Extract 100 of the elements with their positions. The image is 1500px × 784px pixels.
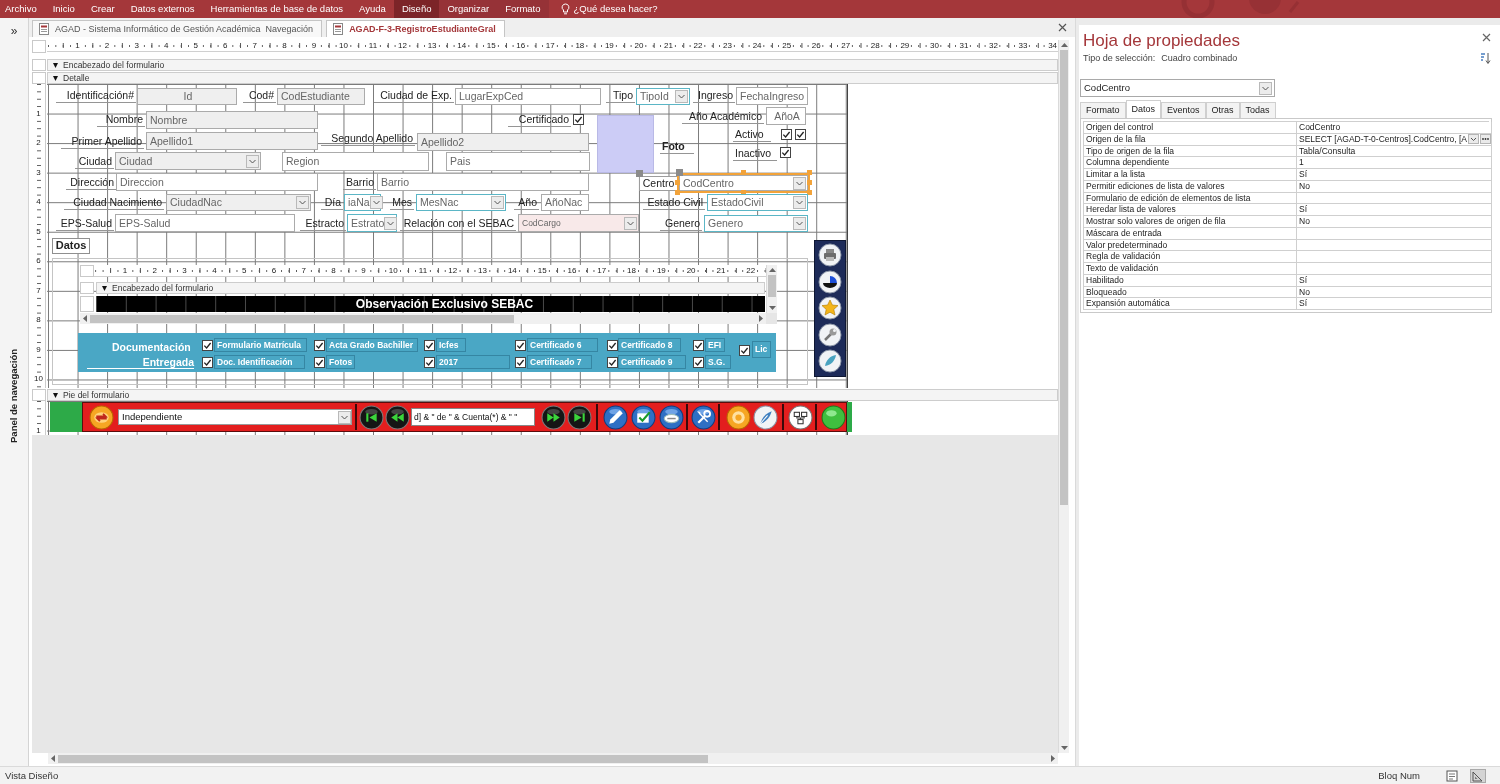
chevron-down-icon[interactable] <box>1468 134 1479 145</box>
text-box[interactable]: Id <box>137 88 237 105</box>
menu-tab[interactable]: Datos externos <box>122 0 203 18</box>
field-label[interactable]: Ingreso <box>693 88 735 103</box>
document-tab[interactable]: AGAD - Sistema Informático de Gestión Académica Navegación <box>32 20 323 37</box>
property-value-field[interactable]: Tabla/Consulta <box>1297 145 1492 158</box>
checkbox[interactable] <box>424 340 435 351</box>
sphere-icon[interactable] <box>821 404 846 430</box>
property-tab[interactable]: Todas <box>1239 102 1276 118</box>
move-handle[interactable] <box>636 170 643 177</box>
field-label[interactable]: Mes <box>390 195 414 210</box>
menu-tab[interactable]: Inicio <box>44 0 83 18</box>
combo-box[interactable]: CodCargo <box>518 214 639 232</box>
checkbox[interactable] <box>424 357 435 368</box>
close-icon[interactable] <box>1482 33 1491 42</box>
checkbox[interactable] <box>314 340 325 351</box>
skip-forward-icon[interactable] <box>567 404 592 430</box>
section-bar[interactable]: Encabezado del formulario <box>96 282 765 294</box>
property-value-field[interactable] <box>1297 227 1492 240</box>
combo-box[interactable]: Ciudad <box>115 152 261 170</box>
property-value-field[interactable] <box>1297 192 1492 205</box>
checkbox[interactable] <box>515 340 526 351</box>
field-label[interactable]: Segundo Apellido <box>321 131 415 146</box>
property-value-field[interactable]: Sí <box>1297 169 1492 181</box>
text-box[interactable]: EPS-Salud <box>115 214 295 232</box>
checkbox[interactable] <box>780 147 791 158</box>
combo-box[interactable]: MesNac <box>416 194 506 211</box>
property-value-field[interactable] <box>1297 251 1492 263</box>
checklist-icon[interactable] <box>631 404 656 430</box>
field-label[interactable]: Certificado <box>508 112 571 127</box>
expression-field[interactable]: d] & " de " & Cuenta(*) & " " <box>411 408 535 426</box>
scroll-up-icon[interactable] <box>1059 41 1069 48</box>
checkbox[interactable] <box>202 357 213 368</box>
scroll-down-icon[interactable] <box>767 305 777 312</box>
swap-arrows-icon[interactable] <box>89 404 114 430</box>
disc-icon[interactable] <box>818 269 842 294</box>
menu-tab[interactable]: Herramientas de base de datos <box>202 0 352 18</box>
combo-box[interactable]: Genero <box>704 215 808 232</box>
property-tab[interactable]: Datos <box>1125 100 1162 118</box>
close-icon[interactable] <box>1058 23 1067 32</box>
rewind-icon[interactable] <box>385 404 410 430</box>
skip-back-icon[interactable] <box>359 404 384 430</box>
property-value-field[interactable]: Sí <box>1297 298 1492 310</box>
ellipsis-icon[interactable] <box>1480 134 1491 145</box>
text-box[interactable]: Barrio <box>377 173 589 191</box>
text-box[interactable]: Nombre <box>146 111 318 129</box>
text-box[interactable]: Pais <box>446 152 590 171</box>
form-view-icon[interactable] <box>1444 768 1460 783</box>
resize-handle[interactable] <box>741 170 746 175</box>
quill-icon[interactable] <box>818 349 842 373</box>
field-label[interactable]: Ciudad Nacimiento <box>64 195 164 210</box>
menu-tab[interactable]: Crear <box>82 0 123 18</box>
subform-label[interactable]: Datos <box>52 238 90 254</box>
property-value-field[interactable] <box>1297 263 1492 275</box>
fast-forward-icon[interactable] <box>541 404 566 430</box>
property-tab[interactable]: Otras <box>1205 102 1240 118</box>
text-box[interactable]: Region <box>282 152 429 171</box>
field-label[interactable]: Estracto <box>300 216 346 231</box>
checkbox[interactable] <box>607 357 618 368</box>
vertical-scrollbar[interactable] <box>766 265 777 313</box>
checkbox[interactable] <box>693 357 704 368</box>
tools-icon[interactable] <box>691 404 716 430</box>
combo-box[interactable]: TipoId <box>636 88 690 105</box>
field-label[interactable]: Identificación# <box>56 88 136 103</box>
minus-icon[interactable] <box>659 404 684 430</box>
design-view-icon[interactable] <box>1470 768 1486 783</box>
menu-tab[interactable]: Diseño <box>393 0 440 18</box>
section-bar[interactable]: Detalle <box>47 72 1058 84</box>
combo-box[interactable]: iaNa <box>344 194 381 211</box>
scroll-down-icon[interactable] <box>1059 745 1069 752</box>
menu-tab[interactable]: Organizar <box>439 0 498 18</box>
target-icon[interactable] <box>726 404 751 430</box>
field-label[interactable]: Centro <box>639 176 678 191</box>
checkbox[interactable] <box>795 129 806 140</box>
property-value-field[interactable]: No <box>1297 286 1492 299</box>
document-tab[interactable]: AGAD-F-3-RegistroEstudianteGral <box>326 20 505 37</box>
printer-icon[interactable] <box>818 243 842 267</box>
scroll-left-icon[interactable] <box>81 314 88 323</box>
field-label[interactable]: Cod# <box>243 88 276 103</box>
text-box[interactable]: FechaIngreso <box>736 87 808 105</box>
checkbox[interactable] <box>573 114 584 125</box>
text-box[interactable]: AñoA <box>766 107 806 125</box>
property-value-field[interactable]: CodCentro <box>1297 122 1492 134</box>
field-label[interactable]: Primer Apellido <box>61 134 144 149</box>
combo-box[interactable]: CiudadNac <box>166 194 311 211</box>
text-box[interactable]: Apellido2 <box>417 133 589 151</box>
text-box[interactable]: Apellido1 <box>146 132 318 150</box>
checkbox[interactable] <box>515 357 526 368</box>
property-value-field[interactable]: 1 <box>1297 157 1492 169</box>
menu-tab[interactable]: Formato <box>497 0 549 18</box>
property-value-field[interactable]: No <box>1297 180 1492 193</box>
expand-toggle[interactable]: » <box>10 25 18 37</box>
horizontal-scrollbar[interactable] <box>80 313 766 324</box>
section-bar[interactable]: Pie del formulario <box>47 389 1058 401</box>
navigation-pane-title[interactable]: Panel de navegación <box>8 349 20 443</box>
field-label[interactable]: EPS-Salud <box>56 216 114 231</box>
scroll-right-icon[interactable] <box>758 314 765 323</box>
property-value-field[interactable] <box>1297 239 1492 252</box>
field-label[interactable]: Foto <box>660 139 694 154</box>
move-handle[interactable] <box>676 169 683 176</box>
